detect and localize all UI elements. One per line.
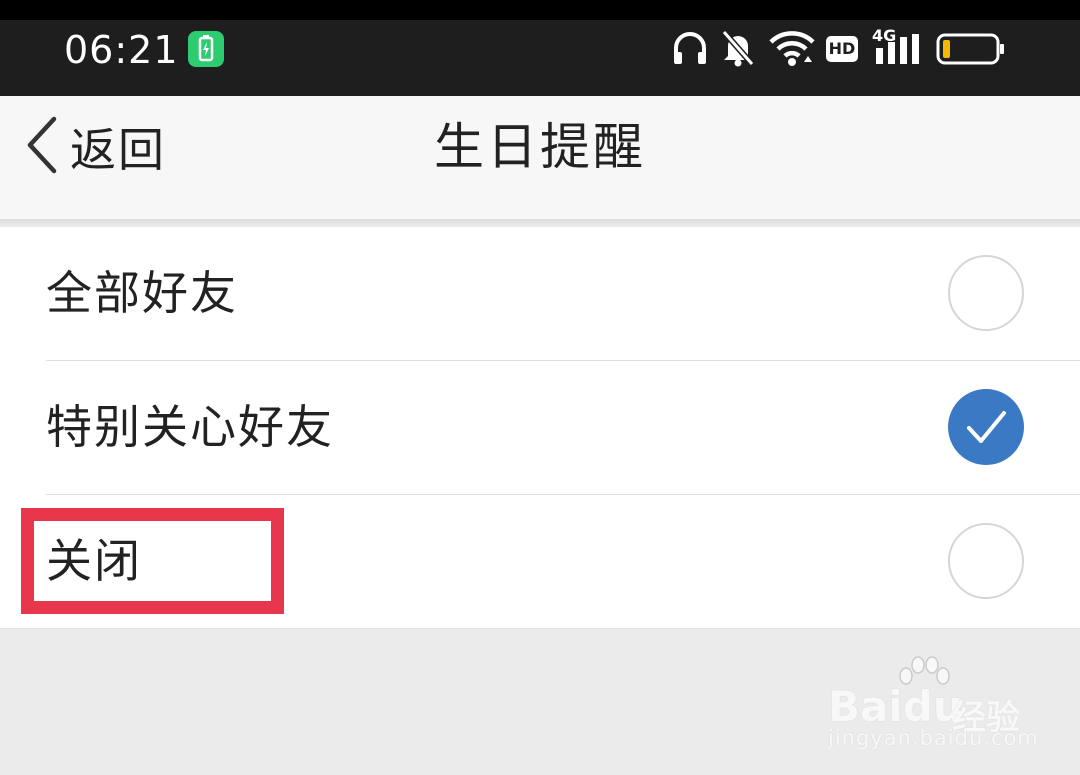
baidu-watermark: Baidu 经验 jingyan.baidu.com: [826, 656, 1038, 754]
checkmark-icon: [967, 411, 1006, 443]
status-time: 06:21: [64, 28, 179, 72]
option-label: 特别关心好友: [46, 400, 334, 454]
option-row-all-friends[interactable]: 全部好友: [0, 227, 1080, 361]
battery-low-icon: [936, 33, 1006, 69]
option-label: 全部好友: [46, 266, 238, 320]
status-bar: 06:21 HD 4G: [0, 0, 1080, 96]
option-row-special-care-friends[interactable]: 特别关心好友: [0, 361, 1080, 495]
radio-button-selected[interactable]: [948, 389, 1024, 465]
charging-badge-icon: [188, 31, 224, 67]
notifications-muted-icon: [720, 28, 756, 72]
hd-icon: HD: [826, 36, 858, 62]
cellular-signal-icon: [876, 34, 922, 68]
wifi-icon: [768, 28, 816, 72]
row-divider: [0, 628, 1080, 629]
watermark-brand: Baidu: [828, 682, 963, 731]
radio-button-unselected[interactable]: [948, 255, 1024, 331]
watermark-url: jingyan.baidu.com: [828, 726, 1039, 750]
annotation-highlight-box: [21, 508, 284, 614]
status-bar-top-edge: [0, 0, 1080, 20]
headphones-icon: [672, 28, 708, 72]
screen: 06:21 HD 4G 返回 生日提醒 全部好友 特别关心好友 关闭 Baidu…: [0, 0, 1080, 775]
page-title: 生日提醒: [434, 118, 646, 176]
navigation-divider: [0, 219, 1080, 227]
radio-button-unselected[interactable]: [948, 523, 1024, 599]
